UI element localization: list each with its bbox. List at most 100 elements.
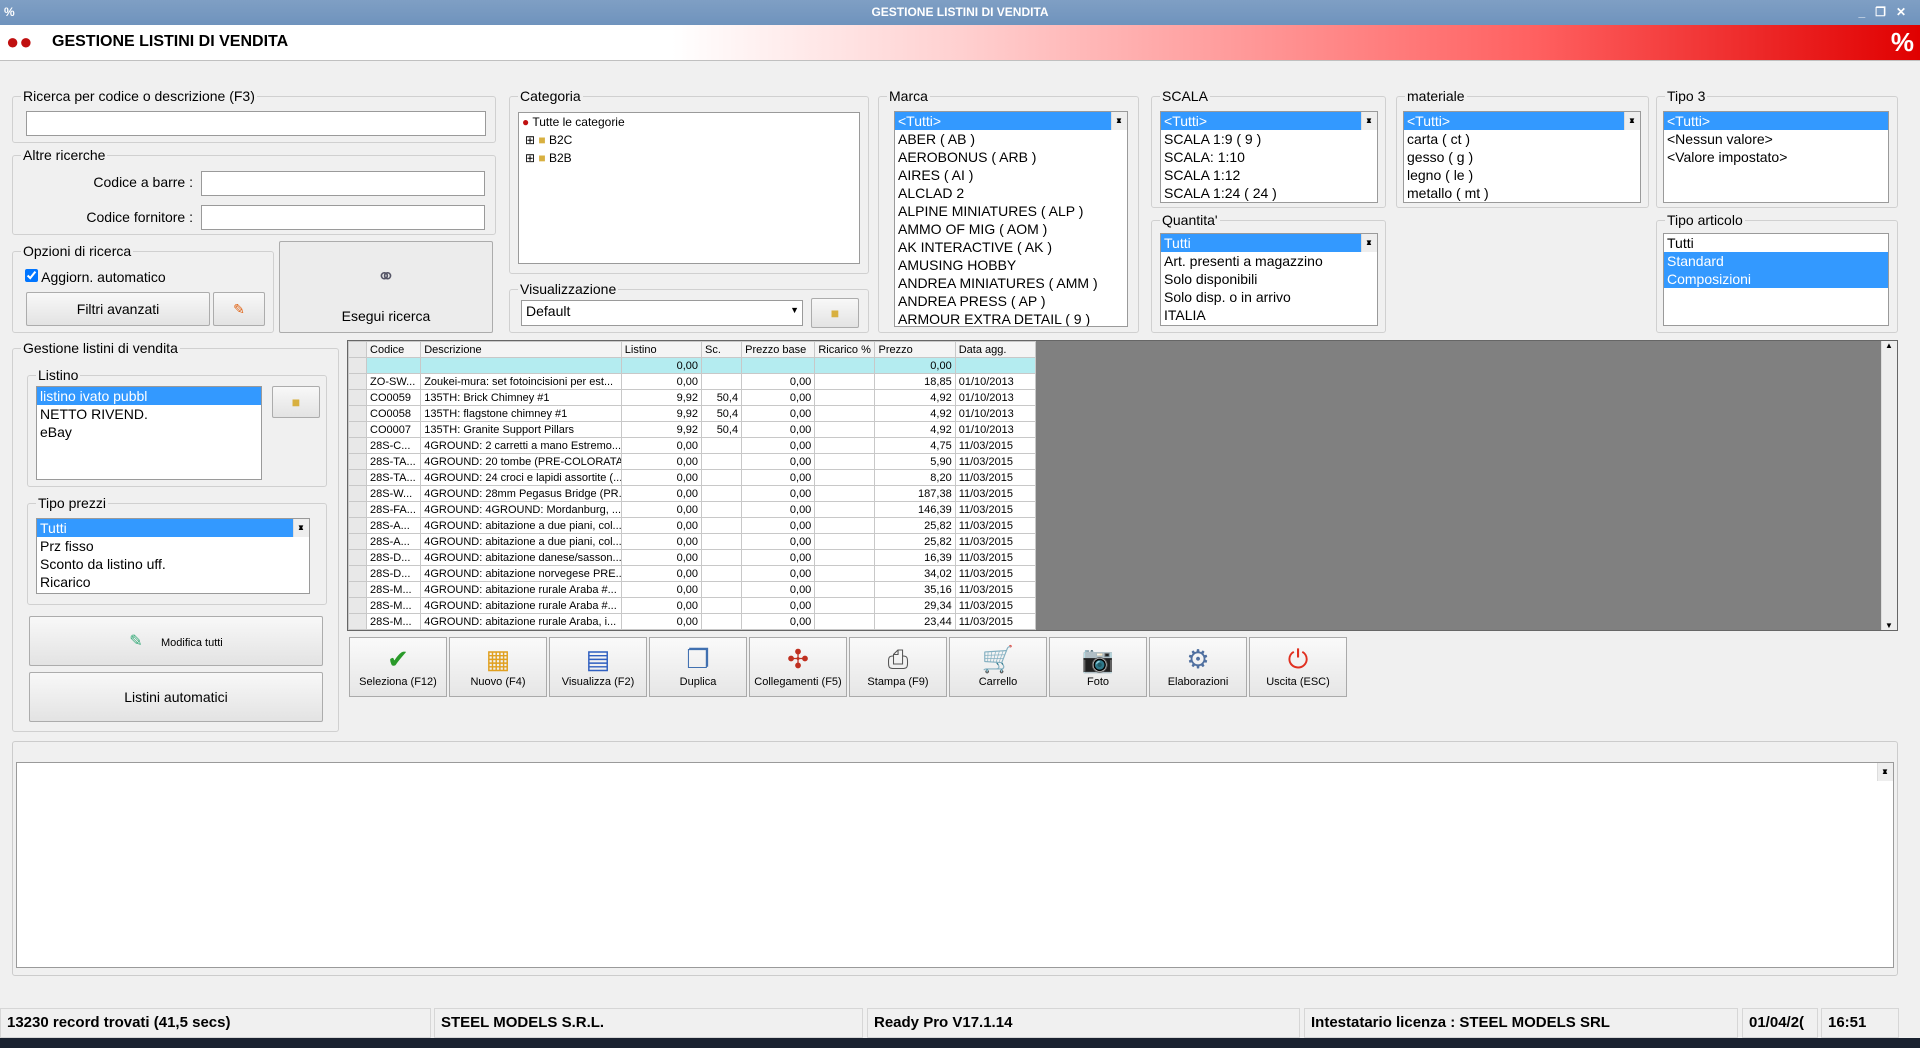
- maximize-button[interactable]: ❐: [1875, 5, 1896, 19]
- row-header[interactable]: [347, 581, 368, 598]
- execute-search-button[interactable]: ⚭ Esegui ricerca: [279, 241, 493, 333]
- cell[interactable]: Prezzo: [874, 341, 956, 358]
- table-header[interactable]: Codice Descrizione Listino Sc. Prezzo base Ri…: [347, 341, 1037, 358]
- list-item[interactable]: ITALIA: [1161, 306, 1377, 324]
- list-scrollbar[interactable]: [1361, 112, 1377, 130]
- list-item[interactable]: gesso ( g ): [1404, 148, 1640, 166]
- notes-textarea[interactable]: [16, 762, 1894, 968]
- list-item[interactable]: ALPINE MINIATURES ( ALP ): [895, 202, 1127, 220]
- list-item[interactable]: Prz fisso: [37, 537, 309, 555]
- table-row[interactable]: 28S-FA... 4GROUND: 4GROUND: Mordanburg, .…: [347, 501, 1037, 518]
- pricelist-list[interactable]: listino ivato pubbl NETTO RIVEND. eBay: [36, 386, 262, 480]
- list-item[interactable]: <Tutti>: [1664, 112, 1888, 130]
- row-header[interactable]: [347, 501, 368, 518]
- list-item[interactable]: Solo disp. o in arrivo: [1161, 288, 1377, 306]
- notes-scrollbar[interactable]: [1877, 763, 1893, 781]
- table-row[interactable]: 28S-D... 4GROUND: abitazione norvegese PR…: [347, 565, 1037, 582]
- list-item[interactable]: SCALA 1:12: [1161, 166, 1377, 184]
- list-item[interactable]: Standard: [1664, 252, 1888, 270]
- row-header[interactable]: [347, 613, 368, 630]
- toolbar-button-carrello[interactable]: 🛒 Carrello: [949, 637, 1047, 697]
- table-row[interactable]: 28S-TA... 4GROUND: 24 croci e lapidi asso…: [347, 469, 1037, 486]
- row-header[interactable]: [347, 565, 368, 582]
- toolbar-button-uscita[interactable]: ⏻ Uscita (ESC): [1249, 637, 1347, 697]
- row-header[interactable]: [347, 341, 368, 358]
- table-row[interactable]: 28S-W... 4GROUND: 28mm Pegasus Bridge (PR…: [347, 485, 1037, 502]
- row-header[interactable]: [347, 517, 368, 534]
- toolbar-button-elaborazioni[interactable]: ⚙ Elaborazioni: [1149, 637, 1247, 697]
- list-item[interactable]: ABER ( AB ): [895, 130, 1127, 148]
- table-row[interactable]: 28S-M... 4GROUND: abitazione rurale Araba…: [347, 613, 1037, 630]
- advanced-filters-button[interactable]: Filtri avanzati: [26, 292, 210, 326]
- tipo3-list[interactable]: <Tutti> <Nessun valore> <Valore impostato>: [1663, 111, 1889, 203]
- table-row[interactable]: CO0007 135TH: Granite Support Pillars 9,92…: [347, 421, 1037, 438]
- cell[interactable]: Listino: [620, 341, 703, 358]
- list-item[interactable]: SCALA 1:24 ( 24 ): [1161, 184, 1377, 202]
- list-item[interactable]: SCALA: 1:10: [1161, 148, 1377, 166]
- toolbar-button-collegamenti[interactable]: ✣ Collegamenti (F5): [749, 637, 847, 697]
- supplier-code-input[interactable]: [201, 205, 485, 230]
- list-item[interactable]: carta ( ct ): [1404, 130, 1640, 148]
- scale-list[interactable]: <Tutti> SCALA 1:9 ( 9 ) SCALA: 1:10 SCALA 1…: [1160, 111, 1378, 203]
- minimize-button[interactable]: _: [1858, 5, 1875, 19]
- edit-all-button[interactable]: ✎ Modifica tutti: [29, 616, 323, 666]
- list-item[interactable]: <Tutti>: [895, 112, 1127, 130]
- tree-item-b2c[interactable]: ⊞ ■ B2C: [519, 131, 859, 149]
- folder-button[interactable]: ■: [811, 298, 859, 328]
- list-item[interactable]: AIRES ( AI ): [895, 166, 1127, 184]
- row-header[interactable]: [347, 485, 368, 502]
- list-item[interactable]: Solo disponibili: [1161, 270, 1377, 288]
- row-header[interactable]: [347, 533, 368, 550]
- list-item[interactable]: <Tutti>: [1404, 112, 1640, 130]
- list-item[interactable]: legno ( le ): [1404, 166, 1640, 184]
- grid-scrollbar[interactable]: [1881, 341, 1897, 630]
- row-header[interactable]: [347, 421, 368, 438]
- table-row[interactable]: CO0059 135TH: Brick Chimney #1 9,92 50,4 0,0…: [347, 389, 1037, 406]
- table-row[interactable]: 28S-C... 4GROUND: 2 carretti a mano Estre…: [347, 437, 1037, 454]
- list-item[interactable]: ALCLAD 2: [895, 184, 1127, 202]
- table-row[interactable]: CO0058 135TH: flagstone chimney #1 9,92 50,…: [347, 405, 1037, 422]
- tree-item-b2b[interactable]: ⊞ ■ B2B: [519, 149, 859, 167]
- list-item[interactable]: ANDREA MINIATURES ( AMM ): [895, 274, 1127, 292]
- toolbar-button-nuovo[interactable]: ▦ Nuovo (F4): [449, 637, 547, 697]
- list-scrollbar[interactable]: [293, 519, 309, 537]
- list-item[interactable]: metallo ( mt ): [1404, 184, 1640, 202]
- list-scrollbar[interactable]: [1111, 112, 1127, 130]
- cell[interactable]: Descrizione: [420, 341, 622, 358]
- list-item[interactable]: AEROBONUS ( ARB ): [895, 148, 1127, 166]
- quantity-list[interactable]: Tutti Art. presenti a magazzino Solo dispo…: [1160, 233, 1378, 326]
- list-item[interactable]: eBay: [37, 423, 261, 441]
- row-header[interactable]: [347, 389, 368, 406]
- table-row[interactable]: 28S-A... 4GROUND: abitazione a due piani,…: [347, 533, 1037, 550]
- auto-update-checkbox[interactable]: Aggiorn. automatico: [25, 269, 166, 285]
- list-item[interactable]: ANDREA PRESS ( AP ): [895, 292, 1127, 310]
- cell[interactable]: Ricarico %: [814, 341, 876, 358]
- table-row[interactable]: 28S-TA... 4GROUND: 20 tombe (PRE-COLORATA…: [347, 453, 1037, 470]
- list-item[interactable]: AMUSING HOBBY: [895, 256, 1127, 274]
- list-item[interactable]: AK INTERACTIVE ( AK ): [895, 238, 1127, 256]
- list-item[interactable]: Tutti: [1161, 234, 1377, 252]
- list-scrollbar[interactable]: [1361, 234, 1377, 252]
- table-row[interactable]: 28S-D... 4GROUND: abitazione danese/sasso…: [347, 549, 1037, 566]
- toolbar-button-seleziona[interactable]: ✔ Seleziona (F12): [349, 637, 447, 697]
- list-item[interactable]: ARMOUR EXTRA DETAIL ( 9 ): [895, 310, 1127, 326]
- search-input[interactable]: [26, 111, 486, 136]
- table-row[interactable]: 28S-M... 4GROUND: abitazione rurale Araba…: [347, 581, 1037, 598]
- list-item[interactable]: Tutti: [1664, 234, 1888, 252]
- row-header[interactable]: [347, 437, 368, 454]
- row-header[interactable]: [347, 453, 368, 470]
- list-item[interactable]: Art. presenti a magazzino: [1161, 252, 1377, 270]
- list-item[interactable]: Tutti: [37, 519, 309, 537]
- list-item[interactable]: <Valore impostato>: [1664, 148, 1888, 166]
- row-header[interactable]: [347, 469, 368, 486]
- table-row[interactable]: ZO-SW... Zoukei-mura: set fotoincisioni p…: [347, 373, 1037, 390]
- article-type-list[interactable]: Tutti Standard Composizioni: [1663, 233, 1889, 326]
- cell[interactable]: Sc.: [700, 341, 743, 358]
- price-type-list[interactable]: Tutti Prz fisso Sconto da listino uff. Rica…: [36, 518, 310, 594]
- list-item[interactable]: AMMO OF MIG ( AOM ): [895, 220, 1127, 238]
- list-item[interactable]: SCALA 1:9 ( 9 ): [1161, 130, 1377, 148]
- table-row[interactable]: 28S-A... 4GROUND: abitazione a due piani,…: [347, 517, 1037, 534]
- row-header[interactable]: [347, 549, 368, 566]
- window-controls[interactable]: _❐✕: [1858, 0, 1916, 24]
- list-item[interactable]: <Tutti>: [1161, 112, 1377, 130]
